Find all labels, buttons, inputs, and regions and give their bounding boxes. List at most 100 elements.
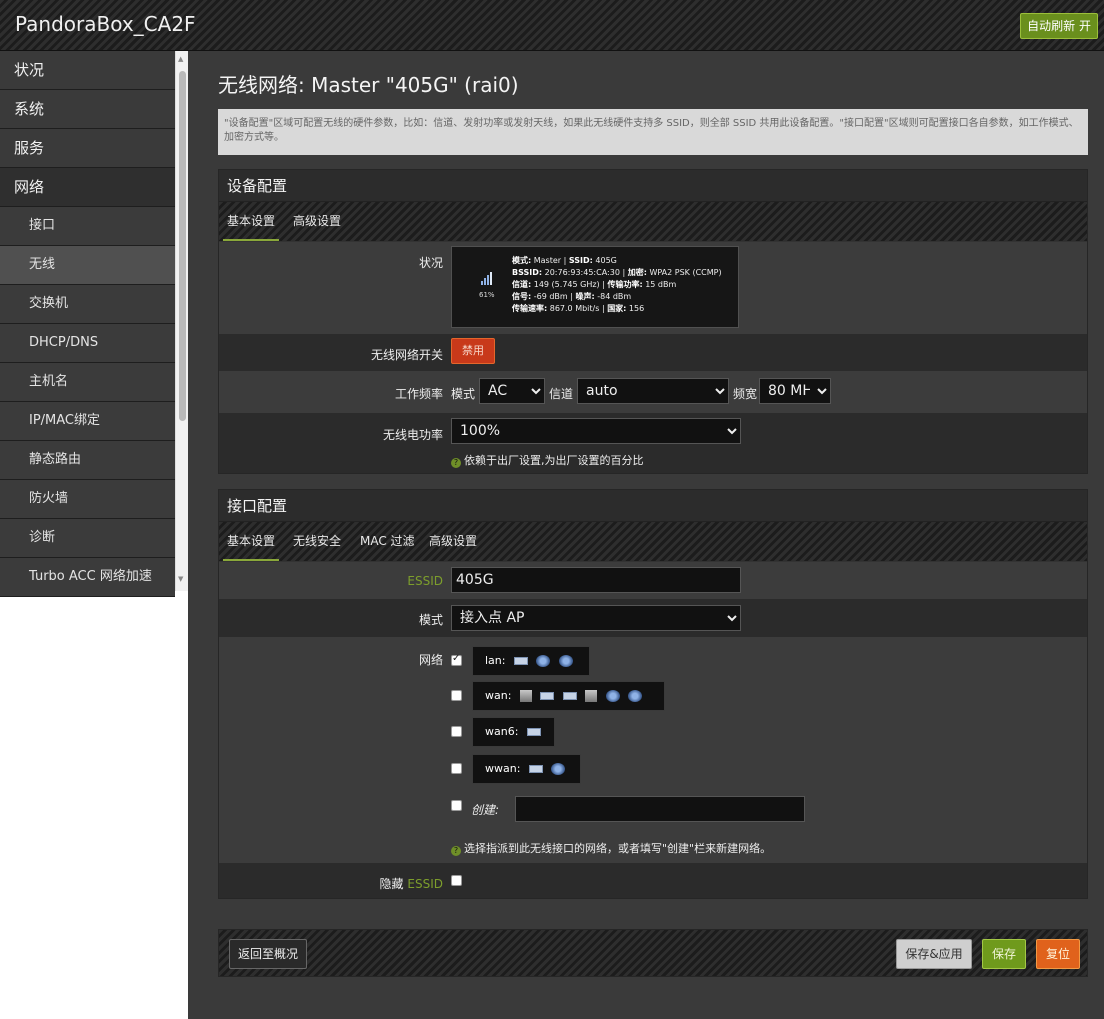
sidebar-item-interfaces[interactable]: 接口 (0, 207, 175, 246)
tab-iface-advanced[interactable]: 高级设置 (425, 522, 481, 561)
sidebar-scrollbar[interactable]: ▲ ▼ (175, 51, 188, 591)
network-wan: wan: (472, 681, 665, 711)
network-wwan: wwan: (472, 754, 581, 784)
essid-row: ESSID (219, 562, 1087, 599)
network-wan6-checkbox[interactable] (451, 726, 462, 737)
sidebar-item-status[interactable]: 状况 (0, 51, 175, 90)
ethernet-switch-icon (513, 657, 528, 665)
status-label: 状况 (418, 256, 443, 270)
bandwidth-select[interactable]: 80 MHz (759, 378, 831, 404)
sidebar-item-network[interactable]: 网络 (0, 168, 175, 207)
sidebar-item-static-routes[interactable]: 静态路由 (0, 441, 175, 480)
bandwidth-inline-label: 频宽 (733, 387, 758, 401)
wireless-status-box: 61% 模式: Master | SSID: 405G BSSID: 20:76… (451, 246, 739, 328)
network-wwan-name: wwan: (485, 762, 521, 775)
top-header: PandoraBox_CA2F 自动刷新 开 (0, 0, 1104, 51)
network-wan6: wan6: (472, 717, 555, 747)
network-wan-name: wan: (485, 689, 512, 702)
scroll-down-icon[interactable]: ▼ (178, 575, 183, 583)
tab-device-basic[interactable]: 基本设置 (223, 202, 280, 241)
scroll-up-icon[interactable]: ▲ (178, 55, 183, 63)
disable-wireless-button[interactable]: 禁用 (451, 338, 495, 364)
sidebar-item-diagnostics[interactable]: 诊断 (0, 519, 175, 558)
status-key: 传输速率: (512, 304, 548, 313)
wifi-icon (551, 763, 566, 775)
main-content: 无线网络: Master "405G" (rai0) "设备配置"区域可配置无线… (188, 51, 1104, 1019)
back-to-overview-button[interactable]: 返回至概况 (229, 939, 307, 969)
sidebar-item-hostnames[interactable]: 主机名 (0, 363, 175, 402)
iface-mode-row: 模式 接入点 AP (219, 599, 1087, 637)
save-apply-button[interactable]: 保存&应用 (896, 939, 972, 969)
network-label: 网络 (418, 653, 443, 667)
sidebar-item-switch[interactable]: 交换机 (0, 285, 175, 324)
page-title: 无线网络: Master "405G" (rai0) (218, 73, 519, 97)
status-key: 国家: (607, 304, 627, 313)
network-lan: lan: (472, 646, 590, 676)
sidebar-item-dhcp-dns[interactable]: DHCP/DNS (0, 324, 175, 363)
status-key: 模式: (512, 256, 532, 265)
wifi-icon (628, 690, 643, 702)
sidebar-item-wireless[interactable]: 无线 (0, 246, 175, 285)
ethernet-switch-icon (562, 692, 577, 700)
ethernet-switch-icon (526, 728, 541, 736)
status-value: -84 dBm (594, 292, 632, 301)
status-details: 模式: Master | SSID: 405G BSSID: 20:76:93:… (512, 255, 722, 315)
sidebar-item-ip-mac-binding[interactable]: IP/MAC绑定 (0, 402, 175, 441)
essid-input[interactable] (451, 567, 741, 593)
hwmode-select[interactable]: AC (479, 378, 545, 404)
wireless-switch-label: 无线网络开关 (370, 348, 443, 362)
network-create-checkbox[interactable] (451, 800, 462, 811)
status-key: 信号: (512, 292, 532, 301)
interface-config-tabs: 基本设置 无线安全 MAC 过滤 高级设置 (219, 522, 1087, 561)
tab-iface-security[interactable]: 无线安全 (289, 522, 345, 561)
status-row: 状况 61% 模式: Master | SSID: 405G BSSID: 20… (219, 242, 1087, 334)
essid-label-text: ESSID (407, 574, 443, 588)
status-value: 149 (5.745 GHz) | (531, 280, 608, 289)
channel-select[interactable]: auto (577, 378, 729, 404)
interface-config-section: 接口配置 基本设置 无线安全 MAC 过滤 高级设置 ESSID 模式 接入点 … (218, 489, 1088, 899)
wifi-icon (605, 690, 620, 702)
tx-power-row: 无线电功率 100% ? 依赖于出厂设置,为出厂设置的百分比 (219, 413, 1087, 473)
help-icon: ? (451, 846, 461, 856)
iface-mode-select[interactable]: 接入点 AP (451, 605, 741, 631)
tx-power-hint-text: 依赖于出厂设置,为出厂设置的百分比 (464, 454, 644, 467)
status-value: 405G (592, 256, 617, 265)
tab-iface-basic[interactable]: 基本设置 (223, 522, 280, 561)
hide-essid-row: 隐藏 ESSID (219, 863, 1087, 898)
hide-essid-label: 隐藏 ESSID (380, 875, 443, 892)
scrollbar-thumb[interactable] (179, 71, 186, 421)
ethernet-switch-icon (540, 692, 555, 700)
sidebar-item-firewall[interactable]: 防火墙 (0, 480, 175, 519)
network-wwan-checkbox[interactable] (451, 763, 462, 774)
status-value: Master | (531, 256, 569, 265)
signal-percent: 61% (479, 291, 495, 299)
tx-power-label: 无线电功率 (382, 428, 443, 442)
network-wan-checkbox[interactable] (451, 690, 462, 701)
tx-power-select[interactable]: 100% (451, 418, 741, 444)
network-lan-checkbox[interactable] (451, 653, 462, 666)
sidebar-item-turbo-acc[interactable]: Turbo ACC 网络加速 (0, 558, 175, 597)
status-value: 867.0 Mbit/s | (547, 304, 608, 313)
wireless-switch-row: 无线网络开关 禁用 (219, 334, 1087, 371)
hide-essid-checkbox[interactable] (451, 875, 462, 886)
save-button[interactable]: 保存 (982, 939, 1026, 969)
device-config-tabs: 基本设置 高级设置 (219, 202, 1087, 241)
sidebar: 状况 系统 服务 网络 接口 无线 交换机 DHCP/DNS 主机名 IP/MA… (0, 51, 188, 597)
status-value: -69 dBm | (531, 292, 576, 301)
ethernet-port-icon (519, 690, 532, 702)
wifi-icon (536, 655, 551, 667)
tab-iface-mac-filter[interactable]: MAC 过滤 (356, 522, 419, 561)
interface-config-title: 接口配置 (219, 490, 1087, 522)
sidebar-item-system[interactable]: 系统 (0, 90, 175, 129)
status-value: WPA2 PSK (CCMP) (646, 268, 722, 277)
device-config-section: 设备配置 基本设置 高级设置 状况 61% 模式: Master | SSID:… (218, 169, 1088, 474)
tab-device-advanced[interactable]: 高级设置 (289, 202, 345, 241)
create-network-input[interactable] (515, 796, 805, 822)
wifi-icon (558, 655, 573, 667)
reset-button[interactable]: 复位 (1036, 939, 1080, 969)
brand-title[interactable]: PandoraBox_CA2F (15, 12, 196, 36)
auto-refresh-button[interactable]: 自动刷新 开 (1020, 13, 1098, 39)
sidebar-item-services[interactable]: 服务 (0, 129, 175, 168)
tx-power-hint: ? 依赖于出厂设置,为出厂设置的百分比 (451, 452, 644, 468)
ethernet-port-icon (585, 690, 598, 702)
